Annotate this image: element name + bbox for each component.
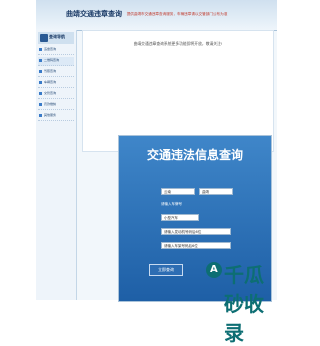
- bullet-icon: [39, 92, 42, 95]
- sidebar-item[interactable]: 车辆查询: [38, 79, 74, 88]
- watermark-text: 千瓜砂收录: [224, 263, 264, 345]
- sidebar-item-label: 二维码查询: [44, 58, 60, 62]
- sidebar-heading-label: 查询导航: [49, 34, 65, 39]
- vin-input[interactable]: 请输入车架号码后6位: [161, 242, 231, 249]
- query-title: 交通违法信息查询: [146, 148, 243, 162]
- nav-icon: [40, 34, 48, 42]
- watermark-logo: A: [206, 262, 222, 278]
- bullet-icon: [39, 114, 42, 117]
- sidebar-item[interactable]: 其他服务: [38, 112, 74, 121]
- sidebar-item-label: 车辆查询: [44, 80, 57, 84]
- sidebar-heading: 查询导航: [38, 32, 74, 44]
- sidebar-item[interactable]: 驾照查询: [38, 68, 74, 77]
- watermark-logo-glyph: A: [210, 264, 218, 275]
- vehicle-type-select[interactable]: 小型汽车: [161, 214, 199, 221]
- intro-box: 曲靖交通违章查询系统更多功能即将开放，敬请关注!: [82, 30, 274, 152]
- intro-text: 曲靖交通违章查询系统更多功能即将开放，敬请关注!: [133, 41, 223, 46]
- engine-input[interactable]: 请输入发动机号码后6位: [161, 228, 231, 235]
- submit-button[interactable]: 立即查询: [149, 264, 183, 276]
- sidebar-item-label: 罚款缴纳: [44, 102, 57, 106]
- plate-hint: 请输入车牌号: [161, 202, 182, 206]
- app-frame: 曲靖交通违章查询 查询导航 违章查询 二维码查询 驾照查询 车辆查询 交管查询: [36, 0, 277, 345]
- notice-text: 提供曲靖市交通违章查询服务，车辆违章请以交管部门公布为准: [126, 12, 228, 16]
- bullet-icon: [39, 103, 42, 106]
- bullet-icon: [39, 70, 42, 73]
- sidebar-item-label: 违章查询: [44, 47, 57, 51]
- sidebar-item[interactable]: 违章查询: [38, 46, 74, 55]
- sidebar-item[interactable]: 罚款缴纳: [38, 101, 74, 110]
- sidebar-item[interactable]: 二维码查询: [38, 57, 74, 66]
- bullet-icon: [39, 59, 42, 62]
- city-select[interactable]: 曲靖: [199, 188, 233, 195]
- sidebar-item[interactable]: 交管查询: [38, 90, 74, 99]
- sidebar: 查询导航 违章查询 二维码查询 驾照查询 车辆查询 交管查询 罚款缴纳 其他服务: [36, 30, 77, 300]
- sidebar-item-label: 驾照查询: [44, 69, 57, 73]
- sidebar-item-label: 其他服务: [44, 113, 57, 117]
- sidebar-item-label: 交管查询: [44, 91, 57, 95]
- province-select[interactable]: 云南: [161, 188, 195, 195]
- bullet-icon: [39, 48, 42, 51]
- bullet-icon: [39, 81, 42, 84]
